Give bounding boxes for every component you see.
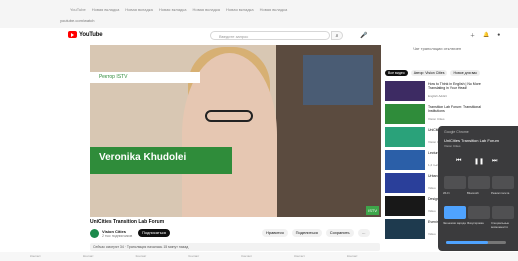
pause-icon[interactable]: ❚❚ [474, 158, 484, 165]
subscriber-count: 2 тыс подписчиков [102, 234, 133, 238]
video-title: UniCities Transition Lab Forum [90, 219, 165, 225]
subscribe-button[interactable]: Подписаться [138, 229, 170, 237]
chip-all[interactable]: Все видео [385, 70, 408, 76]
browser-tab[interactable]: Новая вкладка [125, 7, 153, 12]
bell-icon[interactable]: 🔔 [483, 32, 489, 39]
filter-chips: Все видео Автор: Vision Cities Новое для… [385, 70, 481, 76]
related-video[interactable]: Transition Lab Forum: Transitional Insti… [385, 104, 490, 124]
browser-tab[interactable]: Новая вкладка [226, 7, 254, 12]
quick-settings-panel: Google Chrome UniCities Transition Lab F… [438, 126, 518, 251]
bottom-item[interactable]: Контакт [188, 254, 199, 258]
bluetooth-tile[interactable] [468, 176, 490, 189]
browser-tab[interactable]: Новая вкладка [260, 7, 288, 12]
bottom-items: Контакт Контакт Контакт Контакт Контакт … [30, 254, 358, 258]
channel-row: Vision Cities 2 тыс подписчиков Подписат… [90, 229, 390, 241]
browser-tab[interactable]: Новая вкладка [192, 7, 220, 12]
bottom-item[interactable]: Контакт [241, 254, 252, 258]
related-video[interactable]: How to Think in English | No More Transl… [385, 81, 490, 101]
bottom-item[interactable]: Контакт [83, 254, 94, 258]
youtube-header: YouTube Введите запрос ⌕ 🎤 ＋ 🔔 ● [0, 28, 518, 44]
avatar-icon[interactable]: ● [497, 32, 500, 39]
create-icon[interactable]: ＋ [470, 32, 475, 39]
save-button[interactable]: Сохранить [325, 229, 354, 237]
chat-disabled-note: Чат трансляции отключен [413, 46, 462, 51]
bottom-item[interactable]: Контакт [294, 254, 305, 258]
tile-label: Фокусировка [467, 221, 484, 225]
header-icons: ＋ 🔔 ● [470, 32, 500, 39]
chip-new[interactable]: Новое для вас [450, 70, 481, 76]
video-thumbnail[interactable] [385, 104, 425, 124]
tile-label: Специальные возможности [491, 221, 510, 229]
accessibility-tile[interactable] [492, 206, 514, 219]
youtube-play-icon [68, 31, 77, 38]
wifi-tile[interactable] [444, 176, 466, 189]
channel-avatar[interactable] [90, 229, 99, 238]
speaker-name: Veronika Khudolei [99, 152, 187, 163]
browser-tabs: YouTube Новая вкладка Новая вкладка Нова… [70, 7, 287, 12]
speaker-role: Ректор ISTV [99, 74, 128, 80]
tile-label: Режим полета [491, 191, 510, 195]
channel-watermark: ISTV [366, 206, 379, 215]
address-bar[interactable]: youtube.com/watch [60, 18, 94, 23]
video-description[interactable]: Сейчас смотрят 34 · Трансляция началась … [90, 243, 380, 251]
logo-text: YouTube [79, 31, 103, 38]
media-title: UniCities Transition Lab Forum [444, 138, 499, 143]
related-video-meta: Video [428, 209, 436, 213]
related-video-title[interactable]: How to Think in English | No More Transl… [428, 82, 486, 90]
browser-tab[interactable]: Новая вкладка [159, 7, 187, 12]
background-books [303, 55, 373, 105]
related-video-title[interactable]: Transition Lab Forum: Transitional Insti… [428, 105, 486, 113]
bottom-item[interactable]: Контакт [136, 254, 147, 258]
video-actions: Нравится Поделиться Сохранить … [262, 229, 370, 237]
bottom-item[interactable]: Контакт [347, 254, 358, 258]
browser-tab[interactable]: Новая вкладка [92, 7, 120, 12]
airplane-mode-tile[interactable] [492, 176, 514, 189]
video-thumbnail[interactable] [385, 219, 425, 239]
battery-saver-tile[interactable] [444, 206, 466, 219]
volume-slider-fill [446, 241, 488, 244]
video-player[interactable]: Veronika Khudolei Ректор ISTV ISTV [90, 45, 381, 217]
focus-tile[interactable] [468, 206, 490, 219]
tile-label: Wi-Fi [443, 191, 450, 195]
video-thumbnail[interactable] [385, 127, 425, 147]
video-thumbnail[interactable] [385, 173, 425, 193]
more-button[interactable]: … [357, 229, 370, 237]
related-video-meta: Video [428, 186, 436, 190]
speaker-glasses [205, 110, 253, 122]
bottom-item[interactable]: Контакт [30, 254, 41, 258]
browser-tab[interactable]: YouTube [70, 7, 86, 12]
video-thumbnail[interactable] [385, 81, 425, 101]
like-button[interactable]: Нравится [262, 229, 288, 237]
youtube-logo[interactable]: YouTube [68, 31, 103, 38]
related-video-meta: English Addict [428, 94, 447, 98]
next-icon[interactable]: ⏭ [492, 158, 497, 165]
search-input[interactable]: Введите запрос [210, 31, 330, 40]
previous-icon[interactable]: ⏮ [456, 158, 461, 165]
chip-author[interactable]: Автор: Vision Cities [410, 70, 448, 76]
video-thumbnail[interactable] [385, 196, 425, 216]
related-video-meta: Vision Cities [428, 117, 445, 121]
media-source: Google Chrome [444, 130, 469, 134]
share-button[interactable]: Поделиться [291, 229, 322, 237]
microphone-icon[interactable]: 🎤 [360, 32, 367, 39]
browser-top-bar: YouTube Новая вкладка Новая вкладка Нова… [0, 0, 518, 29]
related-video-meta: Video [428, 232, 436, 236]
media-channel: Vision Cities [444, 144, 461, 148]
tile-label: Bluetooth [467, 191, 479, 195]
search-icon[interactable]: ⌕ [331, 31, 343, 40]
tile-label: Экономия заряда [443, 221, 466, 225]
lower-third: Veronika Khudolei [90, 147, 232, 174]
video-thumbnail[interactable] [385, 150, 425, 170]
